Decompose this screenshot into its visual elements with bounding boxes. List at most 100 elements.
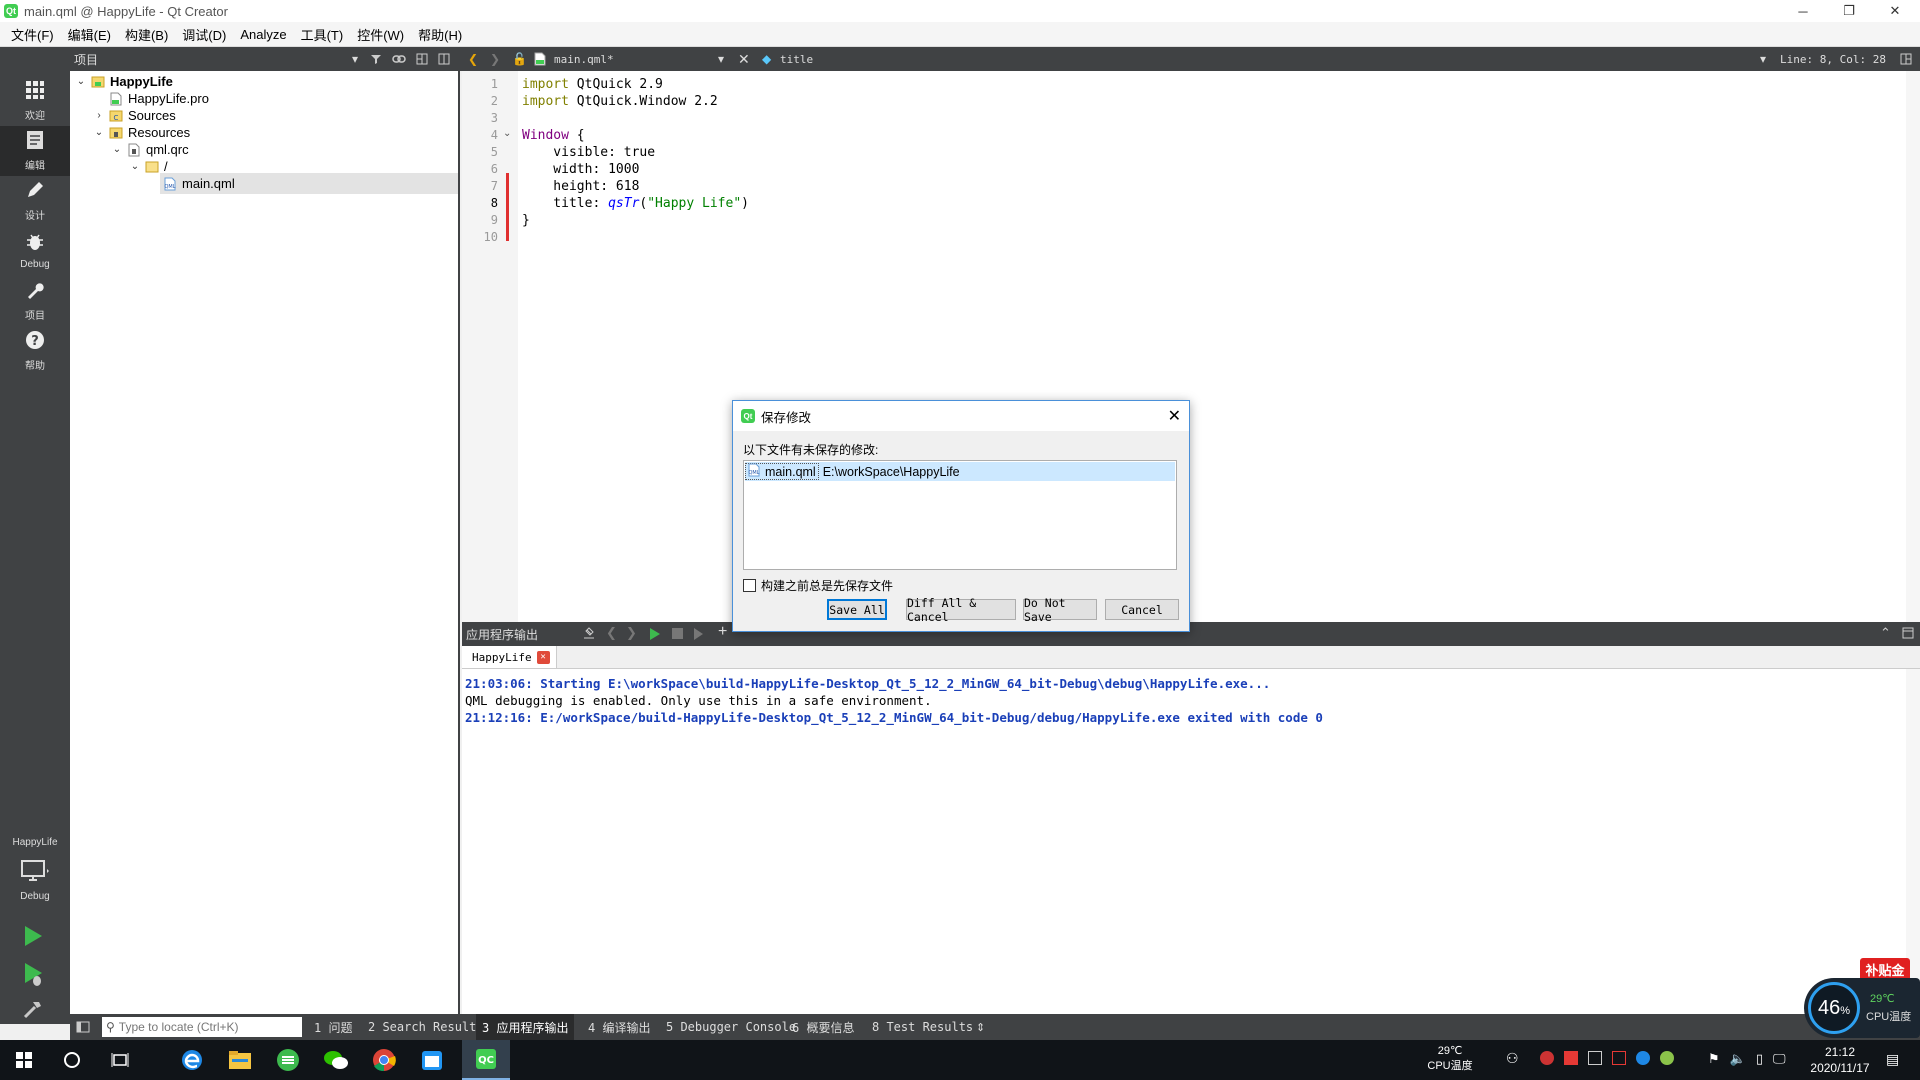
tab-test-results[interactable]: 8 Test Results: [872, 1014, 973, 1040]
edge-browser-icon[interactable]: [168, 1040, 216, 1080]
close-window-button[interactable]: ✕: [1872, 0, 1918, 22]
qt-creator-taskbar-icon[interactable]: QC: [462, 1040, 510, 1080]
unsaved-file-row[interactable]: QML main.qml E:\workSpace\HappyLife: [745, 462, 1175, 481]
updown-arrow-icon[interactable]: ⇕: [976, 1014, 985, 1040]
tray-app-icon[interactable]: [1540, 1051, 1554, 1065]
tab-application-output[interactable]: 3 应用程序输出: [476, 1014, 575, 1040]
mode-welcome[interactable]: 欢迎: [0, 76, 70, 126]
tray-app-icon[interactable]: [1588, 1051, 1602, 1065]
cursor-position[interactable]: Line: 8, Col: 28: [1780, 47, 1886, 71]
taskbar-cpu-temp[interactable]: 29℃ CPU温度: [1420, 1044, 1480, 1074]
application-output[interactable]: 21:03:06: Starting E:\workSpace\build-Ha…: [462, 669, 1920, 1014]
editor-scrollbar[interactable]: [1906, 71, 1920, 622]
tree-item-main-qml[interactable]: QML main.qml: [160, 173, 458, 194]
split-icon[interactable]: [416, 47, 428, 71]
menu-build[interactable]: 构建(B): [118, 25, 175, 44]
chevron-down-icon[interactable]: ⌄: [74, 76, 88, 87]
chevron-right-icon[interactable]: ›: [92, 110, 106, 121]
promo-badge[interactable]: 补贴金: [1860, 958, 1910, 980]
mode-projects[interactable]: 项目: [0, 276, 70, 326]
chevron-down-icon[interactable]: ▾: [718, 47, 724, 71]
close-tab-icon[interactable]: ✕: [536, 650, 550, 664]
diff-all-cancel-button[interactable]: Diff All & Cancel: [906, 596, 1016, 624]
zoom-in-icon[interactable]: +: [718, 623, 727, 641]
close-pane-icon[interactable]: [1902, 627, 1914, 642]
link-icon[interactable]: [392, 47, 406, 71]
restore-button[interactable]: ❐: [1826, 0, 1872, 22]
forward-arrow-icon[interactable]: ❯: [490, 47, 500, 71]
back-arrow-icon[interactable]: ❮: [606, 625, 617, 641]
menu-tools[interactable]: 工具(T): [294, 25, 351, 44]
toggle-sidebar-icon[interactable]: [76, 1014, 90, 1040]
wechat-icon[interactable]: [312, 1040, 360, 1080]
build-hammer-button[interactable]: [22, 998, 44, 1023]
menu-debug[interactable]: 调试(D): [175, 25, 233, 44]
chevron-up-icon[interactable]: ⌃: [1880, 625, 1891, 641]
menu-analyze[interactable]: Analyze: [233, 27, 293, 42]
always-save-checkbox-row[interactable]: 构建之前总是先保存文件: [743, 577, 893, 594]
attach-debugger-icon[interactable]: [693, 627, 707, 644]
stop-icon[interactable]: [672, 628, 683, 639]
mode-design[interactable]: 设计: [0, 176, 70, 226]
tab-general-messages[interactable]: 6 概要信息: [792, 1014, 854, 1040]
fold-chevron-icon[interactable]: ⌄: [503, 128, 511, 139]
clear-output-icon[interactable]: [582, 626, 596, 643]
back-arrow-icon[interactable]: ❮: [468, 47, 478, 71]
tray-app-icon[interactable]: [1660, 1051, 1674, 1065]
tab-search-results[interactable]: 2 Search Results: [368, 1014, 484, 1040]
chevron-down-icon[interactable]: ▾: [352, 47, 358, 71]
chevron-down-icon[interactable]: ⌄: [92, 127, 106, 138]
projects-pane-label[interactable]: 项目: [74, 47, 98, 71]
tab-debugger-console[interactable]: 5 Debugger Console: [666, 1014, 796, 1040]
chevron-down-icon[interactable]: ▾: [1760, 47, 1766, 71]
battery-icon[interactable]: ▯: [1756, 1051, 1763, 1067]
tray-app-icon[interactable]: [1564, 1051, 1578, 1065]
windows-start-icon[interactable]: [0, 1040, 48, 1080]
clock[interactable]: 21:12 2020/11/17: [1800, 1044, 1880, 1076]
open-file-selector[interactable]: main.qml*: [554, 47, 614, 71]
do-not-save-button[interactable]: Do Not Save: [1023, 596, 1097, 624]
minimize-button[interactable]: ─: [1780, 0, 1826, 22]
tab-issues[interactable]: 1 问题: [314, 1014, 352, 1040]
tab-compile-output[interactable]: 4 编译输出: [588, 1014, 650, 1040]
symbol-selector[interactable]: title: [780, 47, 813, 71]
dialog-close-icon[interactable]: ✕: [1168, 406, 1181, 426]
mode-help[interactable]: ? 帮助: [0, 326, 70, 376]
mode-debug[interactable]: Debug: [0, 226, 70, 276]
cancel-button[interactable]: Cancel: [1105, 599, 1179, 620]
mode-edit[interactable]: 编辑: [0, 126, 70, 176]
save-all-button[interactable]: Save All: [827, 599, 887, 620]
forward-arrow-icon[interactable]: ❯: [626, 625, 637, 641]
chevron-down-icon[interactable]: ⌄: [128, 161, 142, 172]
chrome-icon[interactable]: [360, 1040, 408, 1080]
calendar-app-icon[interactable]: [408, 1040, 456, 1080]
green-app-icon[interactable]: [264, 1040, 312, 1080]
output-tab-happylife[interactable]: HappyLife ✕: [462, 646, 557, 668]
unsaved-files-list[interactable]: QML main.qml E:\workSpace\HappyLife: [743, 460, 1177, 570]
code-editor[interactable]: 1 2 3 4 5 6 7 8 9 10 ⌄ import QtQuick 2.…: [462, 71, 1920, 622]
rerun-icon[interactable]: [649, 627, 661, 644]
volume-icon[interactable]: 🔈: [1730, 1051, 1746, 1067]
task-view-icon[interactable]: [96, 1040, 144, 1080]
cpu-monitor-widget[interactable]: 46% 29℃ CPU温度: [1804, 978, 1920, 1038]
always-save-checkbox[interactable]: [743, 579, 756, 592]
split-editor-icon[interactable]: [1900, 47, 1912, 71]
menu-file[interactable]: 文件(F): [4, 25, 61, 44]
flag-icon[interactable]: ⚑: [1708, 1051, 1720, 1067]
locate-input[interactable]: ⚲ Type to locate (Ctrl+K): [102, 1017, 302, 1037]
run-button[interactable]: [22, 924, 44, 951]
filter-icon[interactable]: [370, 47, 382, 71]
kit-selector[interactable]: [20, 859, 50, 886]
network-icon[interactable]: 🖵: [1773, 1051, 1786, 1067]
file-explorer-icon[interactable]: [216, 1040, 264, 1080]
close-document-icon[interactable]: ✕: [738, 47, 750, 71]
tray-app-icon[interactable]: [1636, 1051, 1650, 1065]
menu-edit[interactable]: 编辑(E): [61, 25, 118, 44]
debug-run-button[interactable]: [22, 961, 44, 990]
chevron-down-icon[interactable]: ⌄: [110, 144, 124, 155]
user-icon[interactable]: ⚇: [1506, 1050, 1519, 1067]
notification-icon[interactable]: ▤: [1886, 1051, 1899, 1068]
menu-help[interactable]: 帮助(H): [411, 25, 469, 44]
search-circle-icon[interactable]: [48, 1040, 96, 1080]
menu-window[interactable]: 控件(W): [350, 25, 411, 44]
